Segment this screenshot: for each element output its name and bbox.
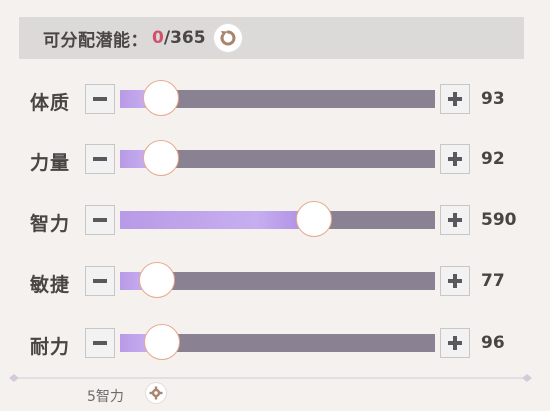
slider-fill (120, 211, 314, 229)
stat-label: 体质 (30, 92, 71, 114)
potential-max: 365 (170, 28, 206, 48)
minus-icon (93, 157, 107, 161)
stat-row: 敏捷 77 (0, 262, 550, 302)
slider-handle[interactable] (143, 140, 179, 176)
decrease-button[interactable] (85, 144, 115, 174)
minus-icon (93, 341, 107, 345)
plus-icon (448, 274, 462, 288)
slider-handle[interactable] (143, 80, 179, 116)
slider-handle[interactable] (139, 262, 175, 298)
decrease-button[interactable] (85, 84, 115, 114)
potential-header: 可分配潜能： 0 / 365 (19, 17, 524, 59)
reset-button[interactable] (213, 24, 242, 52)
stat-label: 力量 (30, 152, 71, 174)
plus-icon (448, 152, 462, 166)
stat-label: 耐力 (30, 336, 71, 358)
decrease-button[interactable] (85, 328, 115, 358)
preset-settings-button[interactable] (146, 383, 166, 403)
stat-row: 力量 92 (0, 140, 550, 180)
gear-icon (149, 386, 163, 400)
plus-icon (448, 336, 462, 350)
stat-value: 77 (481, 271, 505, 291)
decrease-button[interactable] (85, 205, 115, 235)
stat-row: 体质 93 (0, 80, 550, 120)
stat-value: 92 (481, 149, 505, 169)
increase-button[interactable] (440, 84, 470, 114)
stat-value: 590 (481, 210, 517, 230)
stat-label: 智力 (30, 213, 71, 235)
minus-icon (93, 218, 107, 222)
slider-handle[interactable] (144, 324, 180, 360)
plus-icon (448, 213, 462, 227)
preset-label: 5智力 (87, 389, 124, 405)
stat-value: 96 (481, 333, 505, 353)
stat-slider[interactable] (120, 211, 435, 229)
potential-label: 可分配潜能： (43, 30, 148, 51)
reset-icon (220, 30, 235, 46)
stat-row: 智力 590 (0, 201, 550, 241)
potential-current: 0 (152, 28, 164, 48)
increase-button[interactable] (440, 144, 470, 174)
minus-icon (93, 279, 107, 283)
increase-button[interactable] (440, 266, 470, 296)
increase-button[interactable] (440, 205, 470, 235)
plus-icon (448, 92, 462, 106)
stat-row: 耐力 96 (0, 324, 550, 364)
decrease-button[interactable] (85, 266, 115, 296)
increase-button[interactable] (440, 328, 470, 358)
minus-icon (93, 97, 107, 101)
stat-value: 93 (481, 89, 505, 109)
slider-handle[interactable] (296, 201, 332, 237)
stat-label: 敏捷 (30, 274, 71, 296)
